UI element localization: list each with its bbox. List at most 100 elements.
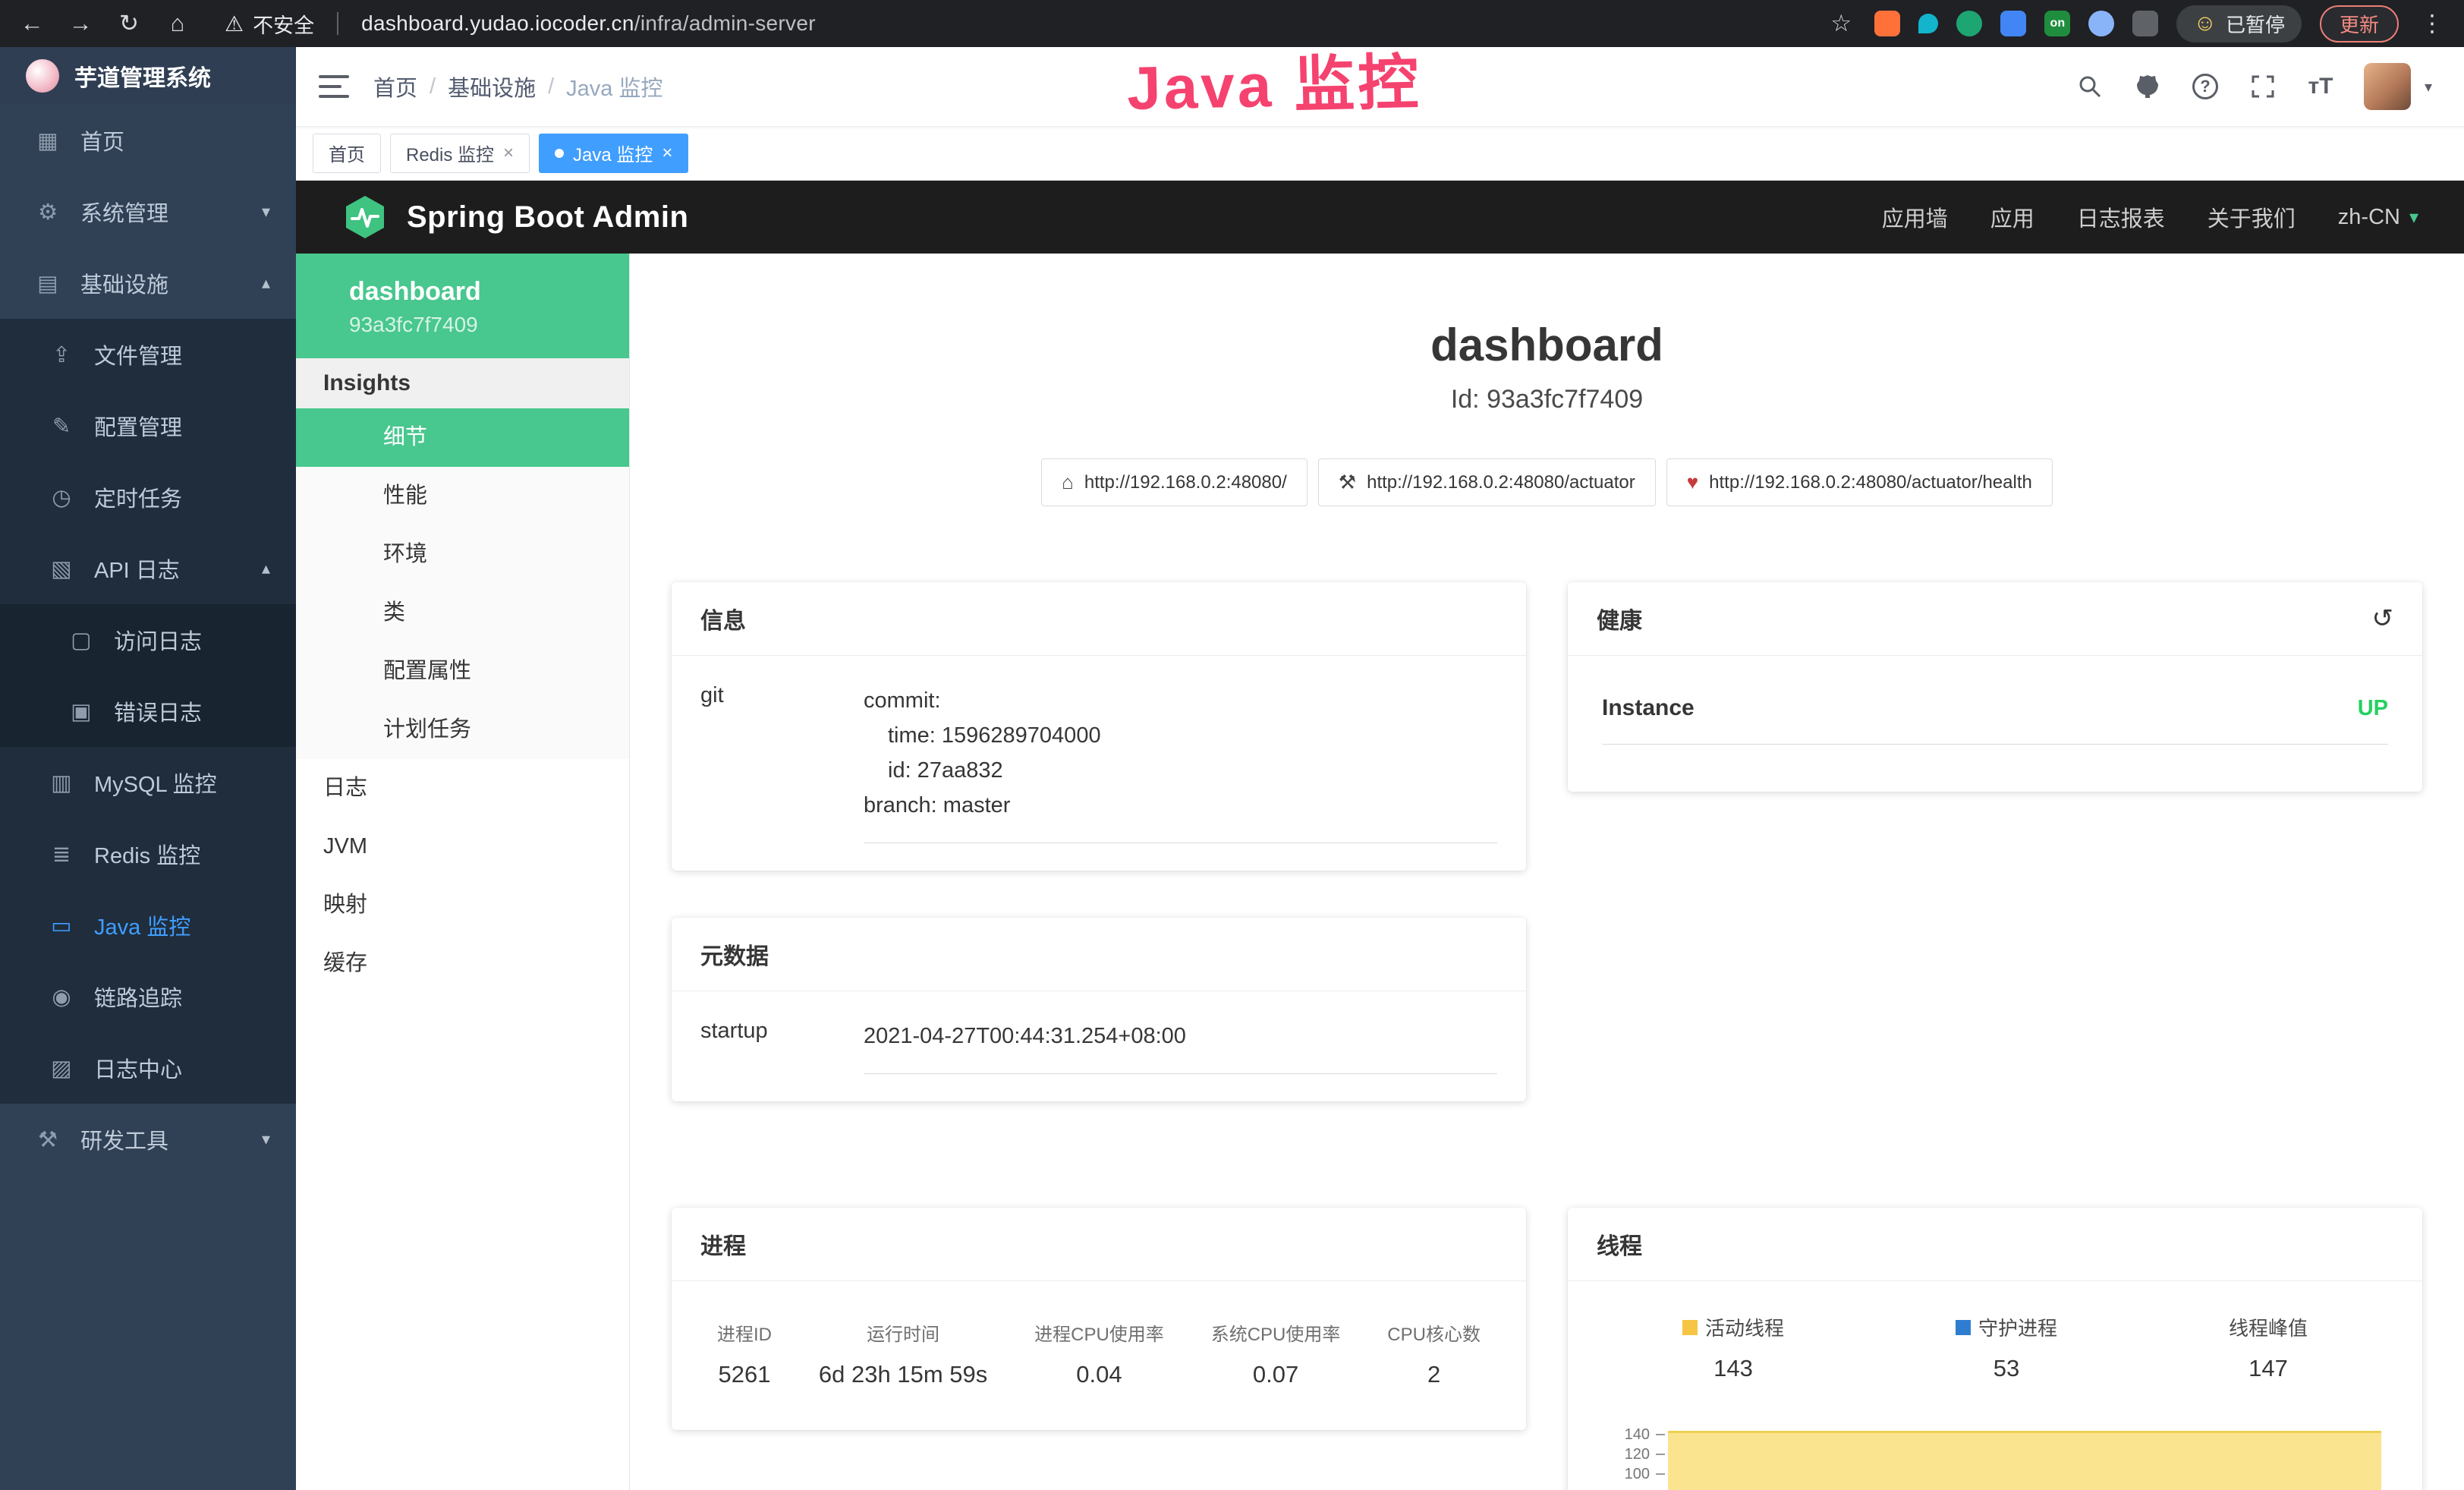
legend-label: 线程峰值	[2229, 1313, 2308, 1341]
sidebar-item-infrastructure[interactable]: ▤ 基础设施 ▴	[0, 247, 296, 319]
sidebar-item-system-mgmt[interactable]: ⚙ 系统管理 ▾	[0, 176, 296, 247]
close-icon[interactable]: ×	[662, 143, 672, 164]
instance-nav-mappings[interactable]: 映射	[296, 876, 629, 934]
wrench-icon: ⚒	[1339, 471, 1356, 494]
sidebar-item-error-logs[interactable]: ▣ 错误日志	[0, 676, 296, 747]
legend-label: 活动线程	[1705, 1313, 1784, 1341]
sidebar-item-file-mgmt[interactable]: ⇪ 文件管理	[0, 319, 296, 390]
sba-nav-journal[interactable]: 日志报表	[2077, 201, 2165, 233]
sba-nav-wallboard[interactable]: 应用墙	[1882, 201, 1948, 233]
breadcrumb-home[interactable]: 首页	[373, 71, 417, 102]
info-value: commit: time: 1596289704000 id: 27aa832 …	[864, 683, 1497, 843]
app-logo[interactable]: 芋道管理系统	[0, 47, 296, 105]
actuator-url-link[interactable]: ⚒ http://192.168.0.2:48080/actuator	[1318, 458, 1656, 506]
sba-nav-about[interactable]: 关于我们	[2208, 201, 2296, 233]
help-icon[interactable]: ?	[2191, 72, 2220, 101]
fullscreen-icon[interactable]	[2248, 72, 2277, 101]
update-label: 更新	[2340, 10, 2379, 38]
user-avatar[interactable]	[2364, 63, 2411, 110]
sidebar-item-mysql-monitor[interactable]: ▥ MySQL 监控	[0, 747, 296, 818]
back-icon[interactable]: ←	[17, 10, 47, 37]
instance-nav-logs[interactable]: 日志	[296, 759, 629, 817]
service-url-link[interactable]: ⌂ http://192.168.0.2:48080/	[1041, 458, 1308, 506]
legend-swatch-yellow	[1682, 1320, 1698, 1335]
locale-selector[interactable]: zh-CN ▾	[2338, 205, 2418, 230]
forward-icon[interactable]: →	[65, 10, 96, 37]
stat-value: 0.04	[1034, 1361, 1164, 1388]
security-label: 不安全	[253, 9, 314, 39]
profile-paused-chip[interactable]: ☺ 已暂停	[2176, 5, 2302, 43]
tab-java-monitor[interactable]: Java 监控 ×	[539, 134, 688, 173]
instance-nav-environment[interactable]: 环境	[296, 525, 629, 584]
home-icon[interactable]: ⌂	[162, 10, 193, 37]
sidebar-item-redis-monitor[interactable]: ≣ Redis 监控	[0, 818, 296, 890]
monitor-icon: ▭	[47, 912, 76, 939]
chevron-down-icon: ▾	[2409, 206, 2418, 228]
sidebar-item-label: Java 监控	[94, 909, 190, 941]
document-icon: ▣	[67, 698, 96, 725]
metadata-startup-row: startup 2021-04-27T00:44:31.254+08:00	[700, 1019, 1497, 1074]
reload-icon[interactable]: ↻	[114, 10, 144, 37]
breadcrumb-infrastructure[interactable]: 基础设施	[448, 71, 536, 102]
sidebar-item-dev-tools[interactable]: ⚒ 研发工具 ▾	[0, 1104, 296, 1175]
address-bar[interactable]: dashboard.yudao.iocoder.cn/infra/admin-s…	[361, 11, 816, 36]
instance-nav-scheduled-tasks[interactable]: 计划任务	[296, 701, 629, 759]
breadcrumb-separator: /	[430, 74, 436, 99]
hamburger-icon[interactable]	[319, 75, 349, 98]
instance-nav-details[interactable]: 细节	[296, 408, 629, 467]
sidebar-item-home[interactable]: ▦ 首页	[0, 105, 296, 176]
history-icon[interactable]: ↺	[2372, 603, 2394, 634]
extension-green-icon[interactable]	[1956, 11, 1982, 36]
site-security-warning[interactable]: ⚠ 不安全	[225, 9, 314, 39]
instance-nav-config-props[interactable]: 配置属性	[296, 642, 629, 701]
browser-menu-icon[interactable]: ⋮	[2417, 10, 2447, 37]
instance-nav-jvm[interactable]: JVM	[296, 817, 629, 876]
sba-nav-applications[interactable]: 应用	[1990, 201, 2034, 233]
font-size-icon[interactable]: тT	[2306, 72, 2335, 101]
bookmark-star-icon[interactable]: ☆	[1826, 10, 1856, 37]
extension-fox-icon[interactable]	[1874, 11, 1900, 36]
chrome-update-button[interactable]: 更新	[2320, 5, 2399, 43]
avatar-caret-icon[interactable]: ▾	[2425, 77, 2432, 96]
instance-nav-caches[interactable]: 缓存	[296, 934, 629, 993]
stat-value: 5261	[717, 1361, 772, 1388]
sidebar-item-access-logs[interactable]: ▢ 访问日志	[0, 604, 296, 676]
upload-icon: ⇪	[47, 342, 76, 368]
extension-on-badge[interactable]: on	[2044, 11, 2070, 36]
stat-value: 2	[1387, 1361, 1481, 1388]
instance-nav-classes[interactable]: 类	[296, 584, 629, 642]
tab-home[interactable]: 首页	[313, 134, 381, 173]
sidebar-item-api-logs[interactable]: ▧ API 日志 ▴	[0, 533, 296, 604]
admin-sidebar: 芋道管理系统 ▦ 首页 ⚙ 系统管理 ▾ ▤ 基础设施 ▴ ⇪ 文件管理 ✎ 配…	[0, 47, 296, 1490]
sidebar-item-log-center[interactable]: ▨ 日志中心	[0, 1032, 296, 1104]
git-branch-line: branch: master	[864, 788, 1497, 823]
extension-puzzle-icon[interactable]	[2132, 11, 2158, 36]
extension-grid-icon[interactable]	[2000, 11, 2026, 36]
github-icon[interactable]	[2133, 72, 2162, 101]
sidebar-item-label: 访问日志	[114, 624, 202, 656]
tab-label: Redis 监控	[406, 140, 494, 166]
stat-label: 系统CPU使用率	[1211, 1319, 1341, 1346]
stat-process-cpu: 进程CPU使用率 0.04	[1034, 1319, 1164, 1388]
sba-brand[interactable]: Spring Boot Admin	[343, 194, 688, 240]
info-card-title: 信息	[672, 582, 1526, 656]
sidebar-item-config-mgmt[interactable]: ✎ 配置管理	[0, 390, 296, 461]
instance-nav-metrics[interactable]: 性能	[296, 467, 629, 525]
extension-drop-icon[interactable]	[1918, 14, 1938, 33]
sidebar-item-tracing[interactable]: ◉ 链路追踪	[0, 961, 296, 1032]
chevron-up-icon: ▴	[262, 273, 270, 293]
health-instance-row[interactable]: Instance UP	[1602, 695, 2388, 745]
locale-label: zh-CN	[2338, 205, 2400, 230]
sidebar-item-scheduled-tasks[interactable]: ◷ 定时任务	[0, 461, 296, 533]
tab-redis-monitor[interactable]: Redis 监控 ×	[390, 134, 530, 173]
health-url-link[interactable]: ♥ http://192.168.0.2:48080/actuator/heal…	[1666, 458, 2053, 506]
redis-icon: ≣	[47, 841, 76, 868]
stat-value: 0.07	[1211, 1361, 1341, 1388]
search-icon[interactable]	[2075, 72, 2104, 101]
stat-cpu-cores: CPU核心数 2	[1387, 1319, 1481, 1388]
extension-leaf-icon[interactable]	[2088, 11, 2114, 36]
sidebar-item-java-monitor[interactable]: ▭ Java 监控	[0, 890, 296, 961]
instance-header[interactable]: dashboard 93a3fc7f7409	[296, 254, 629, 358]
infrastructure-icon: ▤	[33, 270, 62, 297]
close-icon[interactable]: ×	[503, 143, 514, 164]
